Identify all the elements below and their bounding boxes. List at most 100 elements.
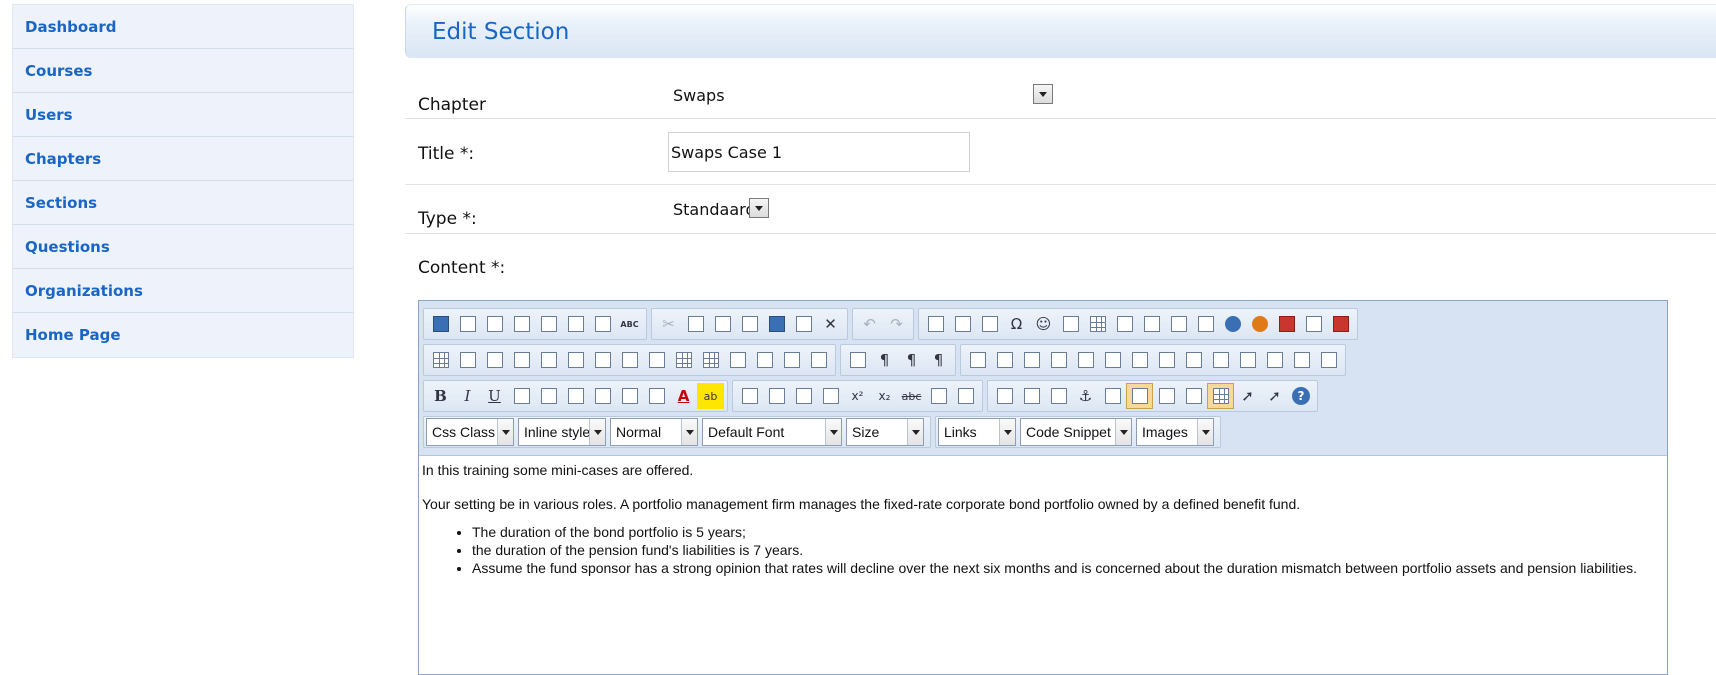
rtl-icon[interactable]: ¶ [925,347,952,373]
merge-cell-icon[interactable] [643,347,670,373]
format-painter-icon[interactable] [844,347,871,373]
replace-icon[interactable] [562,311,589,337]
template-icon[interactable] [1057,311,1084,337]
editor-content-area[interactable]: In this training some mini-cases are off… [419,456,1667,584]
spellcheck-icon[interactable]: ABC [616,311,643,337]
dropdown-field-icon[interactable] [1126,347,1153,373]
paragraph-icon[interactable]: ¶ [871,347,898,373]
insert-xyz-icon[interactable] [1138,311,1165,337]
sidebar-item-home-page[interactable]: Home Page [13,313,353,357]
sidebar-item-dashboard[interactable]: Dashboard [13,5,353,49]
insert-col-left-icon[interactable] [535,347,562,373]
inline-style-dropdown[interactable]: Inline style [518,418,606,446]
sidebar-item-organizations[interactable]: Organizations [13,269,353,313]
properties-icon[interactable] [1315,347,1342,373]
toggle-border-icon[interactable] [1126,383,1153,409]
highlight-color-icon[interactable]: ab [697,383,724,409]
link-icon[interactable] [1018,383,1045,409]
password-icon[interactable] [1045,347,1072,373]
image-button-icon[interactable] [1207,347,1234,373]
radio-icon[interactable] [1153,347,1180,373]
copy-icon[interactable] [682,311,709,337]
lowercase-icon[interactable] [952,383,979,409]
sidebar-item-courses[interactable]: Courses [13,49,353,93]
chapter-select-value[interactable]: Swaps [673,86,725,105]
superscript-icon[interactable]: x² [844,383,871,409]
cut-icon[interactable]: ✂ [655,311,682,337]
subscript-icon[interactable]: x₂ [871,383,898,409]
chapter-dropdown-button[interactable] [1033,84,1053,104]
type-dropdown-button[interactable] [749,198,769,218]
css-class-dropdown[interactable]: Css Class [426,418,514,446]
clean-format-icon[interactable] [589,311,616,337]
sidebar-item-users[interactable]: Users [13,93,353,137]
row-props-icon[interactable] [724,347,751,373]
youtube-icon[interactable] [1327,311,1354,337]
ltr-icon[interactable]: ¶ [898,347,925,373]
undo-icon[interactable]: ↶ [856,311,883,337]
find-icon[interactable] [535,311,562,337]
col-props-icon[interactable] [751,347,778,373]
new-document-icon[interactable] [454,311,481,337]
paste-html-icon[interactable] [790,311,817,337]
split-horizontal-icon[interactable] [778,347,805,373]
underline-icon[interactable]: U [481,383,508,409]
image-editor-icon[interactable] [1192,311,1219,337]
page-break-icon[interactable] [922,311,949,337]
help-icon[interactable]: ? [1292,387,1310,405]
insert-flash-icon[interactable] [1219,311,1246,337]
redo-icon[interactable]: ↷ [883,311,910,337]
code-snippet-dropdown[interactable]: Code Snippet [1020,418,1132,446]
preview-icon[interactable] [508,311,535,337]
align-left-icon[interactable] [508,383,535,409]
delete-icon[interactable]: ✕ [817,311,844,337]
cell-props-icon[interactable] [670,347,697,373]
sidebar-item-sections[interactable]: Sections [13,181,353,225]
insert-time-icon[interactable] [976,311,1003,337]
listbox-icon[interactable] [1099,347,1126,373]
type-select-value[interactable]: Standaard [673,200,756,219]
bring-forward-icon[interactable] [1153,383,1180,409]
insert-col-right-icon[interactable] [562,347,589,373]
anchor-icon[interactable]: ⚓ [1072,383,1099,409]
insert-box-icon[interactable] [1111,311,1138,337]
links-dropdown[interactable]: Links [938,418,1016,446]
justify-none-icon[interactable] [616,383,643,409]
bold-icon[interactable]: B [427,383,454,409]
sidebar-item-questions[interactable]: Questions [13,225,353,269]
unlink-icon[interactable] [1045,383,1072,409]
form-icon[interactable] [964,347,991,373]
indent-icon[interactable] [817,383,844,409]
table-icon[interactable] [427,347,454,373]
textbox-icon[interactable] [1018,347,1045,373]
relative-position-icon[interactable]: ➚ [1261,383,1288,409]
unordered-list-icon[interactable] [763,383,790,409]
insert-form-icon[interactable] [1300,311,1327,337]
special-char-icon[interactable]: Ω [1003,311,1030,337]
insert-row-above-icon[interactable] [454,347,481,373]
sidebar-item-chapters[interactable]: Chapters [13,137,353,181]
eraser-icon[interactable] [643,383,670,409]
font-size-dropdown[interactable]: Size [846,418,924,446]
italic-icon[interactable]: I [454,383,481,409]
textarea-icon[interactable] [991,347,1018,373]
insert-media-icon[interactable] [1246,311,1273,337]
split-vertical-icon[interactable] [805,347,832,373]
horizontal-rule-icon[interactable] [991,383,1018,409]
insert-date-icon[interactable] [949,311,976,337]
title-input[interactable] [668,132,970,172]
justify-icon[interactable] [589,383,616,409]
font-color-icon[interactable]: A [670,383,697,409]
hidden-field-icon[interactable] [1072,347,1099,373]
save-icon[interactable] [427,311,454,337]
checkbox-icon[interactable] [1180,347,1207,373]
insert-image-icon[interactable] [1165,311,1192,337]
uppercase-icon[interactable] [925,383,952,409]
button-icon[interactable] [1288,347,1315,373]
strikethrough-icon[interactable]: abc [898,383,925,409]
paragraph-format-dropdown[interactable]: Normal [610,418,698,446]
paste-word-icon[interactable] [763,311,790,337]
align-right-icon[interactable] [562,383,589,409]
split-cell-icon[interactable] [616,347,643,373]
emoticon-icon[interactable]: ☺ [1030,311,1057,337]
